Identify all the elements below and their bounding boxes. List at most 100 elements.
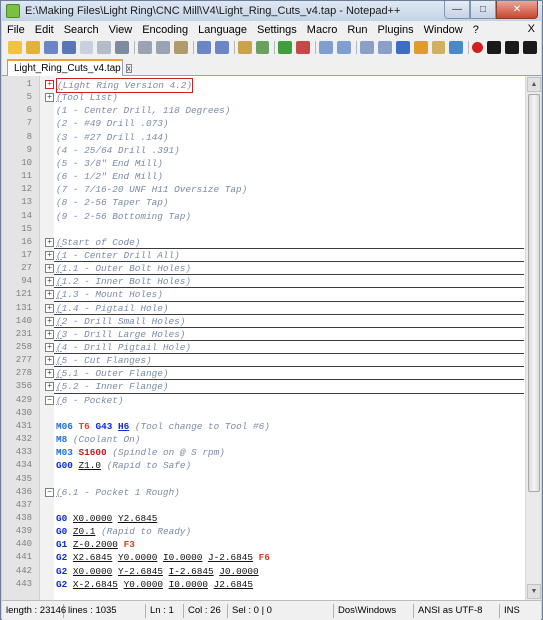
replace-icon[interactable] <box>255 41 270 54</box>
code-editor[interactable]: 1 + (Light Ring Version 4.2) 5 + (Tool List) 6… <box>2 76 541 600</box>
fold-expand-icon[interactable]: + <box>45 290 54 300</box>
code-line[interactable]: 442 G2 X0.0000 Y-2.6845 I-2.6845 J0.0000 <box>2 565 524 578</box>
code-line[interactable]: 15 <box>2 223 524 236</box>
code-line[interactable]: 9 (4 - 25/64 Drill .391) <box>2 144 524 157</box>
minimize-button[interactable]: — <box>444 1 470 19</box>
close-all-icon[interactable] <box>97 41 112 54</box>
code-line[interactable]: 10 (5 - 3/8" End Mill) <box>2 157 524 170</box>
code-line[interactable]: 437 <box>2 499 524 512</box>
fold-expand-icon[interactable]: + <box>45 277 54 287</box>
print-icon[interactable] <box>115 41 130 54</box>
code-line[interactable]: 278 + (5.1 - Outer Flange) <box>2 367 524 380</box>
code-line[interactable]: 429 − (6 - Pocket) <box>2 394 524 407</box>
fold-expand-icon[interactable]: + <box>45 80 54 89</box>
code-line[interactable]: 14 (9 - 2-56 Bottoming Tap) <box>2 210 524 223</box>
scroll-up-icon[interactable]: ▲ <box>527 77 541 92</box>
doc-map-icon[interactable] <box>431 41 446 54</box>
code-line[interactable]: 121 + (1.3 - Mount Holes) <box>2 288 524 301</box>
code-line[interactable]: 7 (2 - #49 Drill .073) <box>2 117 524 130</box>
wrap-icon[interactable] <box>360 41 374 54</box>
code-line[interactable]: 231 + (3 - Drill Large Holes) <box>2 328 524 341</box>
tab-close-icon[interactable]: x <box>125 64 132 73</box>
maximize-button[interactable]: □ <box>470 1 496 19</box>
copy-icon[interactable] <box>156 41 171 54</box>
menu-help[interactable]: ? <box>468 24 484 36</box>
play-multiple-icon[interactable] <box>523 41 537 54</box>
save-icon[interactable] <box>43 41 58 54</box>
close-document-button[interactable]: X <box>528 23 535 35</box>
code-line[interactable]: 16 + (Start of Code) <box>2 236 524 249</box>
menu-run[interactable]: Run <box>342 24 372 36</box>
vertical-scrollbar[interactable]: ▲ ▼ <box>525 76 541 600</box>
fold-expand-icon[interactable]: + <box>45 356 54 366</box>
code-line[interactable]: 12 (7 - 7/16-20 UNF H11 Oversize Tap) <box>2 183 524 196</box>
code-line[interactable]: 94 + (1.2 - Inner Bolt Holes) <box>2 275 524 288</box>
stop-macro-icon[interactable] <box>487 41 502 54</box>
code-line[interactable]: 443 G2 X-2.6845 Y0.0000 I0.0000 J2.6845 <box>2 578 524 591</box>
menu-macro[interactable]: Macro <box>302 24 343 36</box>
fold-expand-icon[interactable]: + <box>45 369 54 379</box>
code-line[interactable]: 434 G00 Z1.0 (Rapid to Safe) <box>2 459 524 472</box>
menu-edit[interactable]: Edit <box>30 24 59 36</box>
all-chars-icon[interactable] <box>377 41 392 54</box>
new-file-icon[interactable] <box>8 41 22 54</box>
code-line[interactable]: 435 <box>2 473 524 486</box>
title-bar[interactable]: E:\Making Files\Light Ring\CNC Mill\V4\L… <box>1 1 542 21</box>
code-line[interactable]: 277 + (5 - Cut Flanges) <box>2 354 524 367</box>
code-line[interactable]: 11 (6 - 1/2" End Mill) <box>2 170 524 183</box>
fold-collapse-icon[interactable]: − <box>45 487 54 497</box>
zoom-out-icon[interactable] <box>296 41 311 54</box>
menu-view[interactable]: View <box>104 24 138 36</box>
undo-icon[interactable] <box>196 41 211 54</box>
fold-collapse-icon[interactable]: − <box>45 395 54 405</box>
code-line[interactable]: 6 (1 - Center Drill, 118 Degrees) <box>2 104 524 117</box>
code-line[interactable]: 258 + (4 - Drill Pigtail Hole) <box>2 341 524 354</box>
fold-expand-icon[interactable]: + <box>45 264 54 274</box>
fold-expand-icon[interactable]: + <box>45 250 54 260</box>
fold-expand-icon[interactable]: + <box>45 303 54 313</box>
indent-guide-icon[interactable] <box>395 41 410 54</box>
close-icon[interactable] <box>79 41 94 54</box>
code-line[interactable]: 432 M8 (Coolant On) <box>2 433 524 446</box>
cut-icon[interactable] <box>138 41 153 54</box>
fold-expand-icon[interactable]: + <box>45 316 54 326</box>
menu-plugins[interactable]: Plugins <box>373 24 419 36</box>
save-all-icon[interactable] <box>61 41 76 54</box>
record-macro-icon[interactable] <box>472 42 484 53</box>
menu-window[interactable]: Window <box>419 24 468 36</box>
code-line[interactable]: 433 M03 S1600 (Spindle on @ S rpm) <box>2 446 524 459</box>
fold-expand-icon[interactable]: + <box>45 343 54 352</box>
sync-v-icon[interactable] <box>319 41 334 54</box>
code-line[interactable]: 5 + (Tool List) <box>2 91 524 104</box>
zoom-in-icon[interactable] <box>278 41 293 54</box>
code-line[interactable]: 8 (3 - #27 Drill .144) <box>2 131 524 144</box>
fold-expand-icon[interactable]: + <box>45 237 54 247</box>
code-line[interactable]: 440 G1 Z-0.2000 F3 <box>2 538 524 551</box>
code-line[interactable]: 13 (8 - 2-56 Taper Tap) <box>2 196 524 209</box>
redo-icon[interactable] <box>214 41 229 54</box>
function-list-icon[interactable] <box>449 41 464 54</box>
code-line[interactable]: 439 G0 Z0.1 (Rapid to Ready) <box>2 525 524 538</box>
code-line[interactable]: 431 M06 T6 G43 H6 (Tool change to Tool #6… <box>2 420 524 433</box>
code-line[interactable]: 436 − (6.1 - Pocket 1 Rough) <box>2 486 524 499</box>
code-line[interactable]: 356 + (5.2 - Inner Flange) <box>2 380 524 393</box>
udl-icon[interactable] <box>413 41 428 54</box>
scroll-down-icon[interactable]: ▼ <box>527 584 541 599</box>
code-line[interactable]: 441 G2 X2.6845 Y0.0000 I0.0000 J-2.6845 F… <box>2 551 524 564</box>
code-line[interactable]: 27 + (1.1 - Outer Bolt Holes) <box>2 262 524 275</box>
code-line[interactable]: 140 + (2 - Drill Small Holes) <box>2 315 524 328</box>
menu-language[interactable]: Language <box>193 24 252 36</box>
fold-expand-icon[interactable]: + <box>45 329 54 339</box>
paste-icon[interactable] <box>174 41 188 54</box>
menu-file[interactable]: File <box>2 24 30 36</box>
menu-encoding[interactable]: Encoding <box>137 24 193 36</box>
menu-settings[interactable]: Settings <box>252 24 302 36</box>
code-line[interactable]: 131 + (1.4 - Pigtail Hole) <box>2 302 524 315</box>
close-button[interactable]: ✕ <box>496 1 538 19</box>
fold-expand-icon[interactable]: + <box>45 382 54 392</box>
code-line[interactable]: 438 G0 X0.0000 Y2.6845 <box>2 512 524 525</box>
menu-search[interactable]: Search <box>59 24 104 36</box>
open-file-icon[interactable] <box>25 41 40 54</box>
code-line[interactable]: 430 <box>2 407 524 420</box>
play-macro-icon[interactable] <box>505 41 520 54</box>
